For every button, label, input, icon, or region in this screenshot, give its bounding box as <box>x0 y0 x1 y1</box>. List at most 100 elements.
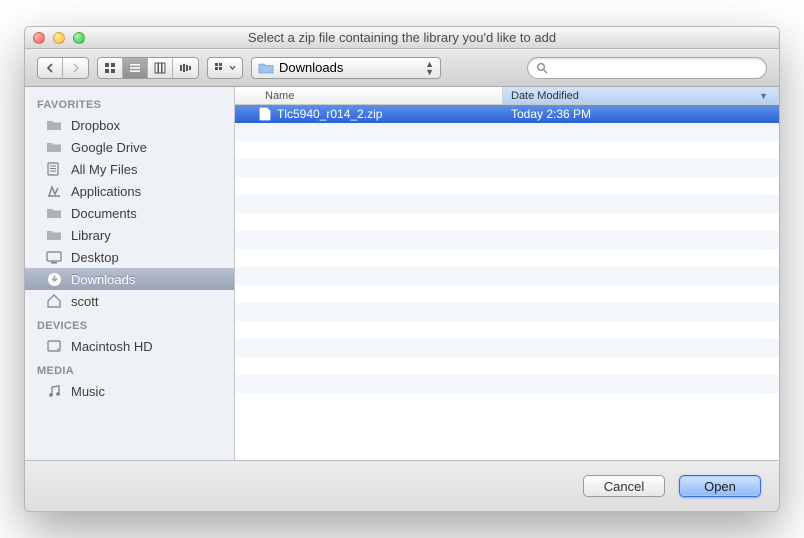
home-icon <box>45 293 63 309</box>
sort-descending-icon: ▼ <box>759 91 768 101</box>
file-row <box>235 375 779 393</box>
sidebar-item-label: All My Files <box>71 162 137 177</box>
folder-icon <box>258 62 274 74</box>
sidebar-item-label: Applications <box>71 184 141 199</box>
sidebar-item-desktop[interactable]: Desktop <box>25 246 234 268</box>
file-row <box>235 213 779 231</box>
column-view-button[interactable] <box>148 58 173 78</box>
column-name[interactable]: Name <box>235 87 503 104</box>
columns-icon <box>154 62 166 74</box>
grid-icon <box>104 62 116 74</box>
chevron-right-icon <box>71 63 81 73</box>
arrange-icon <box>214 62 226 74</box>
content-area: FAVORITES Dropbox Google Drive All My Files… <box>25 87 779 461</box>
sidebar-item-scott[interactable]: scott <box>25 290 234 312</box>
coverflow-icon <box>179 62 193 74</box>
toolbar: Downloads ▲▼ <box>25 49 779 87</box>
list-icon <box>129 62 141 74</box>
footer: Cancel Open <box>25 461 779 511</box>
file-row <box>235 285 779 303</box>
view-mode-buttons <box>97 57 199 79</box>
column-date-label: Date Modified <box>511 90 579 102</box>
window-title: Select a zip file containing the library… <box>25 30 779 45</box>
sidebar-section-header: DEVICES <box>25 312 234 335</box>
search-input[interactable] <box>554 61 758 75</box>
sidebar-item-macintosh-hd[interactable]: Macintosh HD <box>25 335 234 357</box>
file-row[interactable]: Tlc5940_r014_2.zip Today 2:36 PM <box>235 105 779 123</box>
file-row <box>235 357 779 375</box>
folder-icon <box>45 139 63 155</box>
sidebar-item-label: Google Drive <box>71 140 147 155</box>
file-row <box>235 321 779 339</box>
nav-buttons <box>37 57 89 79</box>
file-name: Tlc5940_r014_2.zip <box>277 107 382 121</box>
sidebar-item-downloads[interactable]: Downloads <box>25 268 234 290</box>
folder-icon <box>45 205 63 221</box>
sidebar-item-documents[interactable]: Documents <box>25 202 234 224</box>
file-row <box>235 339 779 357</box>
file-row <box>235 177 779 195</box>
close-window-button[interactable] <box>33 32 45 44</box>
file-row <box>235 249 779 267</box>
location-popup[interactable]: Downloads ▲▼ <box>251 57 441 79</box>
chevron-down-icon <box>229 65 236 70</box>
forward-button[interactable] <box>63 58 88 78</box>
sidebar-item-label: Downloads <box>71 272 135 287</box>
file-row <box>235 141 779 159</box>
sidebar-item-library[interactable]: Library <box>25 224 234 246</box>
coverflow-view-button[interactable] <box>173 58 198 78</box>
sidebar-item-label: Desktop <box>71 250 119 265</box>
sidebar-item-dropbox[interactable]: Dropbox <box>25 114 234 136</box>
sidebar-item-label: Documents <box>71 206 137 221</box>
icon-view-button[interactable] <box>98 58 123 78</box>
sidebar-item-label: Library <box>71 228 111 243</box>
sidebar-item-label: scott <box>71 294 98 309</box>
desktop-icon <box>45 249 63 265</box>
sidebar-item-applications[interactable]: Applications <box>25 180 234 202</box>
file-row <box>235 303 779 321</box>
disk-icon <box>45 338 63 354</box>
folder-icon <box>45 227 63 243</box>
file-row <box>235 267 779 285</box>
sidebar-section-header: MEDIA <box>25 357 234 380</box>
minimize-window-button[interactable] <box>53 32 65 44</box>
file-row <box>235 195 779 213</box>
file-row <box>235 159 779 177</box>
cancel-button[interactable]: Cancel <box>583 475 665 497</box>
file-row <box>235 231 779 249</box>
sidebar-item-label: Music <box>71 384 105 399</box>
file-date: Today 2:36 PM <box>503 107 779 121</box>
sidebar-item-google-drive[interactable]: Google Drive <box>25 136 234 158</box>
open-button[interactable]: Open <box>679 475 761 497</box>
search-field[interactable] <box>527 57 767 79</box>
updown-icon: ▲▼ <box>423 60 436 76</box>
file-row <box>235 393 779 411</box>
open-dialog: Select a zip file containing the library… <box>24 26 780 512</box>
sidebar-item-label: Dropbox <box>71 118 120 133</box>
arrange-button-group <box>207 57 243 79</box>
sidebar[interactable]: FAVORITES Dropbox Google Drive All My Files… <box>25 87 235 460</box>
zoom-window-button[interactable] <box>73 32 85 44</box>
column-headers: Name Date Modified ▼ <box>235 87 779 105</box>
list-view-button[interactable] <box>123 58 148 78</box>
apps-icon <box>45 183 63 199</box>
downloads-icon <box>45 271 63 287</box>
chevron-left-icon <box>45 63 55 73</box>
window-controls <box>33 32 85 44</box>
sidebar-section-header: FAVORITES <box>25 91 234 114</box>
file-row <box>235 123 779 141</box>
back-button[interactable] <box>38 58 63 78</box>
search-icon <box>536 62 548 74</box>
folder-icon <box>45 117 63 133</box>
music-icon <box>45 383 63 399</box>
file-icon <box>259 107 271 121</box>
location-label: Downloads <box>279 60 343 75</box>
arrange-button[interactable] <box>208 58 242 78</box>
column-date-modified[interactable]: Date Modified ▼ <box>503 87 779 104</box>
sidebar-item-label: Macintosh HD <box>71 339 153 354</box>
file-list[interactable]: Tlc5940_r014_2.zip Today 2:36 PM <box>235 105 779 460</box>
titlebar: Select a zip file containing the library… <box>25 27 779 49</box>
sidebar-item-music[interactable]: Music <box>25 380 234 402</box>
allfiles-icon <box>45 161 63 177</box>
sidebar-item-all-my-files[interactable]: All My Files <box>25 158 234 180</box>
